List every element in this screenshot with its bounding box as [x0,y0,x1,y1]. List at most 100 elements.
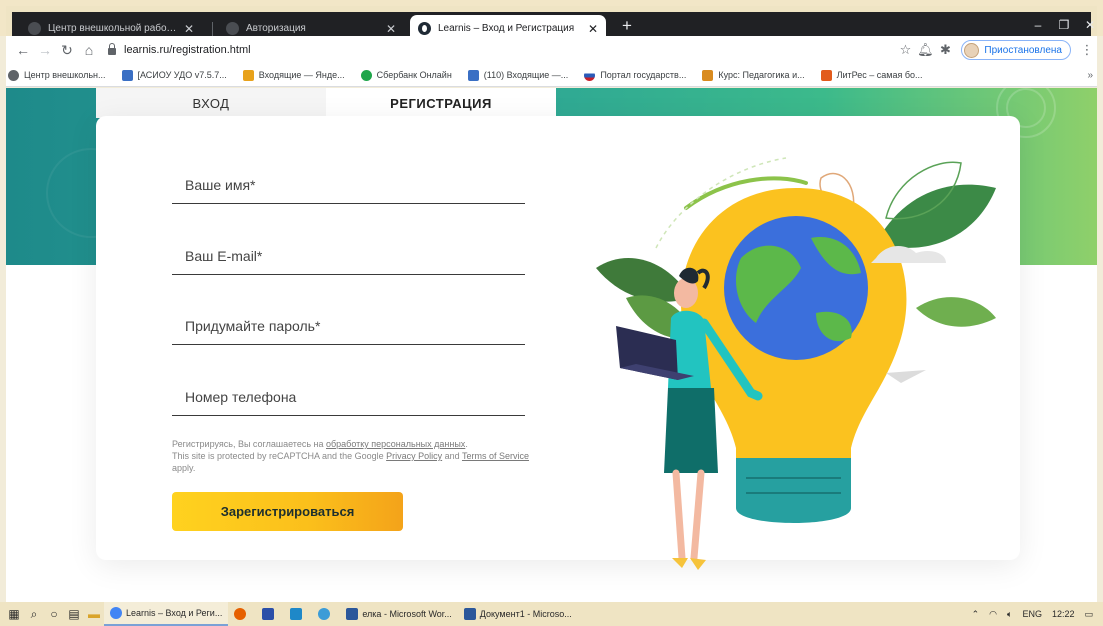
forward-arrow-icon[interactable]: → [34,42,56,58]
taskbar-app-word-document[interactable]: Документ1 - Microso... [458,602,578,626]
page-content: ВХОД РЕГИСТРАЦИЯ Регистрируясь, Вы согла… [6,88,1097,602]
close-icon[interactable]: ✕ [588,22,598,36]
personal-data-link[interactable]: обработку персональных данных [326,439,465,449]
tab-title: Learnis – Вход и Регистрация [438,23,575,34]
bookmark-label: Центр внешкольн... [24,70,106,80]
phone-input[interactable] [185,389,525,405]
bookmark-item[interactable]: Входящие — Янде... [241,69,345,81]
bookmark-item[interactable]: Портал государств... [582,69,687,81]
volume-icon[interactable]: 🔈︎ [1007,609,1012,620]
tab-title: Авторизация [246,23,306,34]
bookmark-item[interactable]: (110) Входящие —... [466,69,569,81]
home-icon[interactable]: ⌂ [78,42,100,58]
terms-of-service-link[interactable]: Terms of Service [462,451,529,461]
photoshop-icon [262,608,275,620]
reload-icon[interactable]: ↻ [56,42,78,59]
taskbar-app-firefox[interactable] [228,602,256,626]
close-window-button[interactable]: ✕ [1078,18,1102,32]
tab-separator [212,22,213,36]
taskbar-app-label: елка - Microsoft Wor... [362,609,452,619]
inbox-icon [467,69,479,81]
chevron-up-icon[interactable]: ⌃ [972,609,980,620]
recaptcha-suffix: apply. [172,463,196,473]
cortana-icon[interactable]: ○ [44,602,64,626]
bookmark-label: (110) Входящие —... [483,70,569,80]
browser-tab-strip: Центр внешкольной работы «П ✕ Авторизаци… [0,0,1103,42]
course-icon [702,69,714,81]
gosuslugi-icon [584,69,596,81]
menu-dots-icon[interactable]: ⋮ [1077,42,1097,58]
bookmark-label: Входящие — Янде... [258,70,345,80]
task-view-icon[interactable]: ▤ [64,602,84,626]
maximize-button[interactable]: ❐ [1052,18,1076,32]
search-icon[interactable]: ⌕ [24,602,44,626]
bell-icon[interactable]: 🔔︎ [915,42,935,58]
taskbar-app-paint[interactable] [284,602,312,626]
taskbar-app-photoshop[interactable] [256,602,284,626]
bookmark-item[interactable]: ЛитРес – самая бо... [819,69,923,81]
language-indicator[interactable]: ENG [1022,609,1042,619]
leaf-shape [916,297,996,327]
address-bar[interactable]: learnis.ru/registration.html [108,42,895,56]
bookmark-item[interactable]: [АСИОУ УДО v7.5.7... [120,69,227,81]
bookmark-item[interactable]: Курс: Педагогика и... [700,69,805,81]
recaptcha-prefix: This site is protected by reCAPTCHA and … [172,451,387,461]
woman-shoes [672,558,706,570]
lightbulb-illustration [596,157,996,570]
name-field[interactable] [172,174,525,204]
privacy-policy-link[interactable]: Privacy Policy [386,451,442,461]
phone-field[interactable] [172,386,525,416]
close-icon[interactable]: ✕ [184,22,194,36]
register-button[interactable]: Зарегистрироваться [172,492,403,531]
bookmark-label: ЛитРес – самая бо... [836,70,923,80]
lightbulb-base [736,458,851,523]
url-text[interactable]: learnis.ru/registration.html [124,44,251,56]
email-field[interactable] [172,245,525,275]
paper-plane-shape [886,370,926,383]
litres-icon [820,69,832,81]
bookmark-item[interactable]: Сбербанк Онлайн [359,69,452,81]
taskbar-app-edge[interactable] [312,602,340,626]
word-icon [346,608,359,620]
password-input[interactable] [185,318,525,334]
clock[interactable]: 12:22 [1052,609,1075,619]
windows-taskbar: ▦ ⌕ ○ ▤ ▬ Learnis – Вход и Реги... елка … [0,602,1103,626]
bookmark-item[interactable]: Центр внешкольн... [6,69,106,81]
bookmark-label: Курс: Педагогика и... [718,70,805,80]
firefox-icon [234,608,247,620]
chrome-icon [110,607,122,619]
bookmark-label: Сбербанк Онлайн [376,70,452,80]
back-arrow-icon[interactable]: ← [12,42,34,58]
taskbar-app-chrome[interactable]: Learnis – Вход и Реги... [104,602,229,626]
bookmarks-more-button[interactable]: » [1087,70,1093,81]
extensions-puzzle-icon[interactable]: ✱ [935,42,955,58]
browser-toolbar: ← → ↻ ⌂ learnis.ru/registration.html ☆ 🔔… [6,36,1097,64]
woman-skirt [664,388,718,473]
lock-icon[interactable] [108,42,116,55]
tab-register[interactable]: РЕГИСТРАЦИЯ [326,88,556,118]
profile-button[interactable]: Приостановлена [961,40,1071,60]
bookmark-label: [АСИОУ УДО v7.5.7... [137,70,227,80]
word-icon [463,608,476,620]
learnis-logo-icon [418,22,431,35]
password-field[interactable] [172,315,525,345]
tab-login[interactable]: ВХОД [96,88,326,118]
notifications-icon[interactable]: ▭ [1084,609,1093,620]
taskbar-app-word-elka[interactable]: елка - Microsoft Wor... [340,602,457,626]
new-tab-button[interactable]: + [616,16,638,36]
globe-icon [226,22,239,35]
file-explorer-icon[interactable]: ▬ [84,602,104,626]
globe-icon [8,69,19,81]
bookmark-label: Портал государств... [600,70,687,80]
globe-icon [28,22,41,35]
email-input[interactable] [185,248,525,264]
profile-status: Приостановлена [984,44,1062,56]
wifi-icon[interactable]: ◠ [989,609,997,620]
sberbank-icon [360,69,372,81]
star-icon[interactable]: ☆ [895,42,915,58]
close-icon[interactable]: ✕ [386,22,396,36]
minimize-button[interactable]: – [1026,18,1050,32]
windows-start-icon[interactable]: ▦ [4,602,24,626]
consent-prefix: Регистрируясь, Вы соглашаетесь на [172,439,326,449]
name-input[interactable] [185,177,525,193]
